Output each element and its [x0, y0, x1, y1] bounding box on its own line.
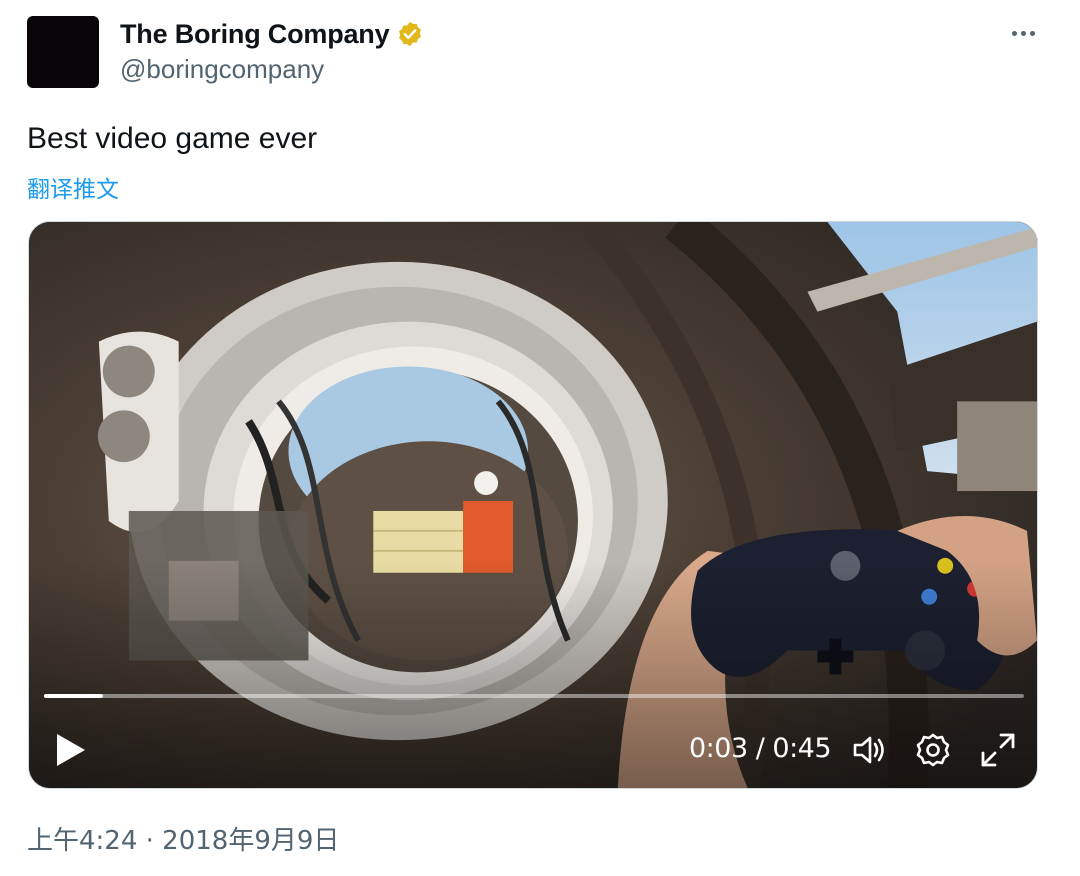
settings-gear-icon[interactable]	[915, 731, 951, 769]
volume-icon[interactable]	[851, 731, 889, 769]
more-options-icon[interactable]	[1006, 18, 1040, 48]
video-progress-bar[interactable]	[44, 694, 1024, 698]
tweet-text: Best video game ever	[27, 122, 318, 155]
play-icon[interactable]	[53, 730, 89, 770]
tweet-timestamp[interactable]: 上午4:24 · 2018年9月9日	[27, 820, 339, 857]
author-handle[interactable]: @boringcompany	[120, 54, 324, 85]
translate-tweet-link[interactable]: 翻译推文	[27, 170, 119, 204]
author-avatar[interactable]	[27, 16, 99, 88]
time-separator: /	[747, 733, 773, 764]
video-progress-fill	[44, 694, 103, 698]
video-time-display: 0:03 / 0:45	[689, 733, 832, 764]
current-time: 0:03	[689, 733, 748, 764]
verified-badge-icon[interactable]	[396, 20, 424, 48]
author-display-name[interactable]: The Boring Company	[120, 19, 390, 50]
fullscreen-icon[interactable]	[979, 731, 1017, 769]
duration: 0:45	[772, 733, 832, 764]
video-frame	[29, 222, 1037, 788]
video-player[interactable]: 0:03 / 0:45	[28, 221, 1038, 789]
author-name-row: The Boring Company	[120, 17, 424, 51]
